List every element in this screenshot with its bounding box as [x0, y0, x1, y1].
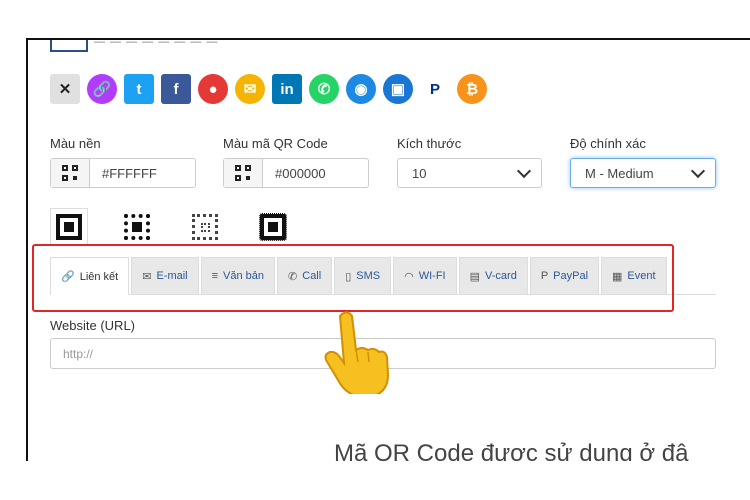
share-icon-bar: ✕ 🔗 t f ● ✉ in ✆ ◉ ▣ P ₿ — [50, 74, 487, 104]
whatsapp-icon[interactable]: ✆ — [309, 74, 339, 104]
bg-color-value: #FFFFFF — [102, 165, 157, 181]
highlight-box — [32, 244, 674, 312]
top-cropped-text: — — — — — — — — — [94, 38, 219, 48]
frame-style-solid[interactable] — [50, 208, 88, 246]
bg-color-label: Màu nền — [50, 136, 101, 151]
fg-color-field[interactable]: #000000 — [223, 158, 369, 188]
frame-style-options — [50, 208, 292, 246]
paypal-icon[interactable]: P — [420, 74, 450, 104]
location-icon[interactable]: ● — [198, 74, 228, 104]
ecc-label: Độ chính xác — [570, 136, 646, 151]
link-icon[interactable]: 🔗 — [87, 74, 117, 104]
size-label: Kích thước — [397, 136, 462, 151]
chevron-down-icon — [690, 163, 706, 179]
vcard-icon[interactable]: ▣ — [383, 74, 413, 104]
bg-color-field[interactable]: #FFFFFF — [50, 158, 196, 188]
size-value: 10 — [412, 165, 427, 181]
twitter-icon[interactable]: t — [124, 74, 154, 104]
email-icon[interactable]: ✉ — [235, 74, 265, 104]
ecc-value: M - Medium — [585, 165, 654, 181]
qr-code-icon — [51, 159, 90, 187]
fg-color-label: Màu mã QR Code — [223, 136, 328, 151]
top-cropped-element — [50, 40, 88, 52]
close-icon[interactable]: ✕ — [50, 74, 80, 104]
section-heading: Mã QR Code được sử dụng ở đâ — [334, 440, 689, 461]
frame-style-fine-dots[interactable] — [186, 208, 224, 246]
wifi-icon[interactable]: ◉ — [346, 74, 376, 104]
linkedin-icon[interactable]: in — [272, 74, 302, 104]
chevron-down-icon — [516, 163, 532, 179]
frame-style-dotted[interactable] — [118, 208, 156, 246]
size-select[interactable]: 10 — [397, 158, 542, 188]
qr-code-icon — [224, 159, 263, 187]
fg-color-value: #000000 — [275, 165, 326, 181]
app-frame: — — — — — — — — ✕ 🔗 t f ● ✉ in ✆ ◉ ▣ P ₿ Màu nền #F… — [26, 38, 750, 461]
ecc-select[interactable]: M - Medium — [570, 158, 716, 188]
bitcoin-icon[interactable]: ₿ — [457, 74, 487, 104]
frame-style-rounded[interactable] — [254, 208, 292, 246]
pointing-hand-icon — [324, 311, 390, 394]
url-label: Website (URL) — [50, 318, 136, 333]
facebook-icon[interactable]: f — [161, 74, 191, 104]
